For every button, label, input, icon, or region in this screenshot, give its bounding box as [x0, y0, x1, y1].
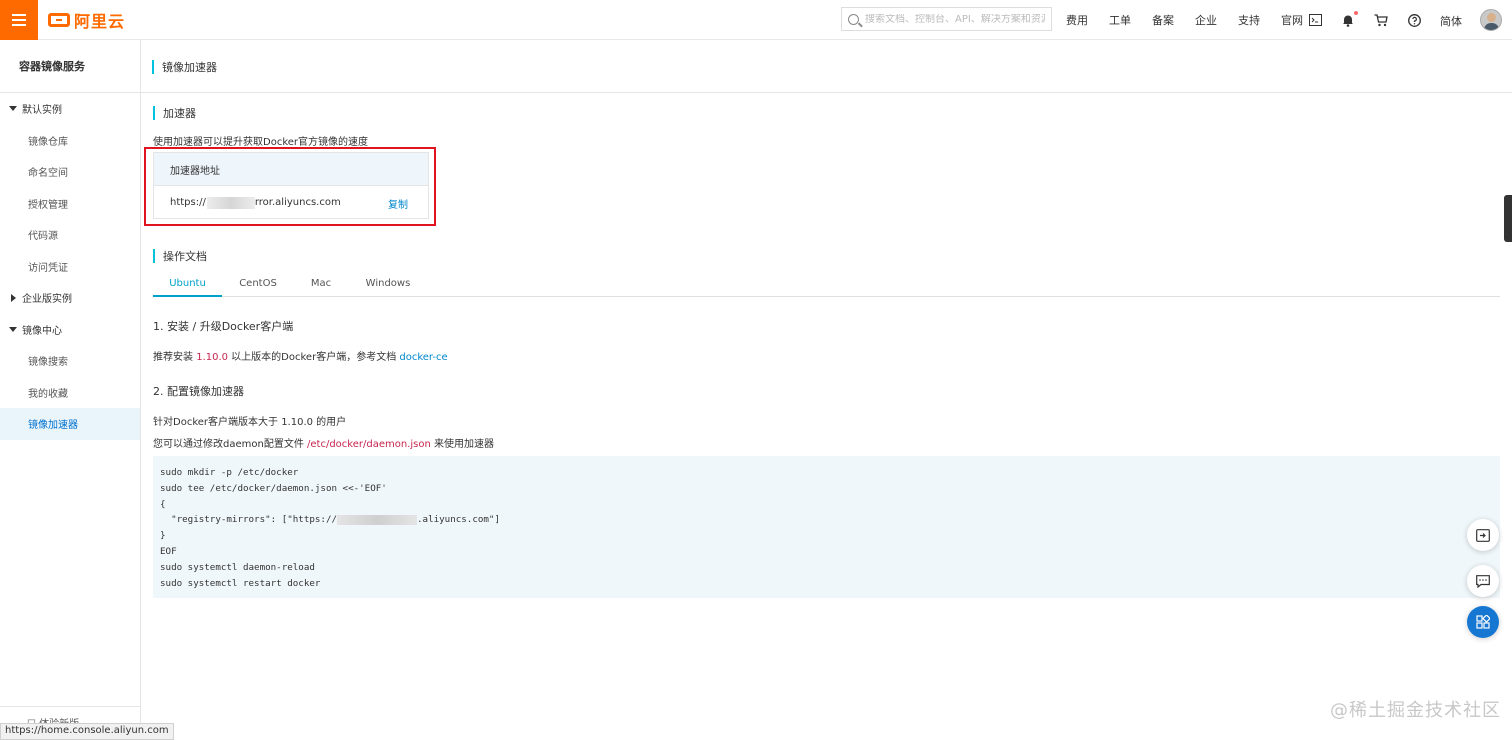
docker-ce-link[interactable]: docker-ce: [399, 352, 447, 363]
sidebar-group-label: 企业版实例: [22, 294, 72, 306]
nav-link-support[interactable]: 支持: [1238, 12, 1260, 28]
aliyun-logo[interactable]: 阿里云: [48, 9, 125, 31]
panel-enter-icon: [1476, 528, 1490, 542]
address-prefix: https://: [170, 197, 206, 208]
chat-icon: [1476, 574, 1490, 588]
code-line: sudo systemctl daemon-reload: [160, 561, 315, 573]
address-suffix: rror.aliyuncs.com: [254, 197, 341, 208]
nav-link-icp[interactable]: 备案: [1152, 12, 1174, 28]
code-line: EOF: [160, 545, 177, 557]
nav-link-official-site[interactable]: 官网: [1281, 12, 1303, 28]
sidebar: 容器镜像服务 默认实例 镜像仓库 命名空间 授权管理 代码源 访问凭证 企业版实…: [0, 40, 141, 740]
redacted-blur: [206, 196, 255, 209]
sidebar-item-authorization[interactable]: 授权管理: [0, 188, 140, 220]
sidebar-item-image-accelerator[interactable]: 镜像加速器: [0, 408, 140, 440]
step-2-title: 2. 配置镜像加速器: [153, 385, 244, 398]
code-line: sudo systemctl restart docker: [160, 577, 321, 589]
code-line: sudo tee /etc/docker/daemon.json <<-'EOF…: [160, 482, 387, 494]
docs-section-title: 操作文档: [153, 248, 207, 264]
juejin-watermark: @稀土掘金技术社区: [1330, 700, 1501, 721]
global-search[interactable]: [841, 7, 1052, 31]
logo-text: 阿里云: [74, 12, 126, 31]
sidebar-group-enterprise-instance[interactable]: 企业版实例: [0, 282, 140, 314]
notification-bell-icon[interactable]: [1340, 11, 1358, 28]
accelerator-address-table: 加速器地址 https:// rror.aliyuncs.com 复制: [153, 152, 429, 219]
code-line: sudo mkdir -p /etc/docker: [160, 467, 299, 478]
code-line: }: [160, 530, 166, 542]
notification-dot: [1354, 11, 1358, 15]
sidebar-item-access-credentials[interactable]: 访问凭证: [0, 251, 140, 283]
tab-mac[interactable]: Mac: [303, 278, 339, 297]
side-feedback-tab[interactable]: [1504, 195, 1512, 242]
sidebar-item-repositories[interactable]: 镜像仓库: [0, 125, 140, 157]
search-icon: [848, 13, 859, 25]
nav-link-enterprise[interactable]: 企业: [1195, 12, 1217, 28]
top-nav-links: 费用 工单 备案 企业 支持 官网: [1066, 0, 1324, 40]
code-line: "registry-mirrors": ["https://.aliyuncs.…: [160, 514, 500, 526]
sidebar-group-label: 默认实例: [22, 105, 62, 117]
page-header: 镜像加速器: [141, 40, 1512, 93]
accelerator-section-title: 加速器: [153, 105, 196, 121]
caret-down-icon: [9, 106, 17, 112]
nav-link-fees[interactable]: 费用: [1066, 12, 1088, 28]
sidebar-item-code-source[interactable]: 代码源: [0, 219, 140, 251]
chat-button[interactable]: [1467, 565, 1499, 597]
step-2-line-2: 您可以通过修改daemon配置文件 /etc/docker/daemon.jso…: [153, 439, 494, 450]
version-number: 1.10.0: [196, 352, 228, 363]
apps-button[interactable]: [1467, 606, 1499, 638]
sidebar-group-label: 镜像中心: [22, 325, 62, 337]
caret-right-icon: [11, 293, 16, 302]
daemon-json-path: /etc/docker/daemon.json: [307, 439, 431, 450]
user-avatar[interactable]: [1480, 9, 1502, 31]
nav-link-ticket[interactable]: 工单: [1109, 12, 1131, 28]
browser-status-url: https://home.console.aliyun.com: [0, 723, 174, 740]
hamburger-menu-button[interactable]: [0, 0, 38, 40]
search-input[interactable]: [865, 13, 1045, 25]
copy-button[interactable]: 复制: [388, 196, 408, 211]
sidebar-group-default-instance[interactable]: 默认实例: [0, 93, 140, 125]
accelerator-description: 使用加速器可以提升获取Docker官方镜像的速度: [153, 137, 369, 148]
tab-ubuntu[interactable]: Ubuntu: [153, 278, 222, 297]
table-row: https:// rror.aliyuncs.com 复制: [154, 186, 428, 219]
sidebar-group-image-center[interactable]: 镜像中心: [0, 314, 140, 346]
code-line: {: [160, 498, 166, 510]
step-2-line-1: 针对Docker客户端版本大于 1.10.0 的用户: [153, 417, 347, 428]
apps-grid-icon: [1476, 615, 1490, 629]
aliyun-logo-icon: [48, 13, 70, 27]
page-title: 镜像加速器: [152, 59, 217, 75]
sidebar-item-image-search[interactable]: 镜像搜索: [0, 345, 140, 377]
step-1-text: 推荐安装 1.10.0 以上版本的Docker客户端，参考文档 docker-c…: [153, 352, 448, 363]
help-icon[interactable]: [1406, 12, 1422, 28]
sidebar-item-my-favorites[interactable]: 我的收藏: [0, 377, 140, 409]
code-block[interactable]: sudo mkdir -p /etc/docker sudo tee /etc/…: [153, 456, 1500, 598]
os-tabs: Ubuntu CentOS Mac Windows: [153, 278, 1500, 297]
language-switch[interactable]: 简体: [1440, 13, 1462, 29]
table-header: 加速器地址: [154, 153, 428, 186]
terminal-icon[interactable]: [1307, 12, 1323, 28]
redacted-blur: [337, 514, 418, 525]
caret-down-icon: [9, 326, 17, 332]
step-1-title: 1. 安装 / 升级Docker客户端: [153, 320, 294, 333]
tab-centos[interactable]: CentOS: [233, 278, 283, 297]
top-navbar: 阿里云 费用 工单 备案 企业 支持 官网 简体: [0, 0, 1512, 40]
sidebar-title: 容器镜像服务: [0, 40, 140, 93]
open-panel-button[interactable]: [1467, 519, 1499, 551]
tab-windows[interactable]: Windows: [361, 278, 415, 297]
sidebar-item-namespaces[interactable]: 命名空间: [0, 156, 140, 188]
menu-icon: [12, 19, 26, 21]
cart-icon[interactable]: [1373, 12, 1389, 28]
